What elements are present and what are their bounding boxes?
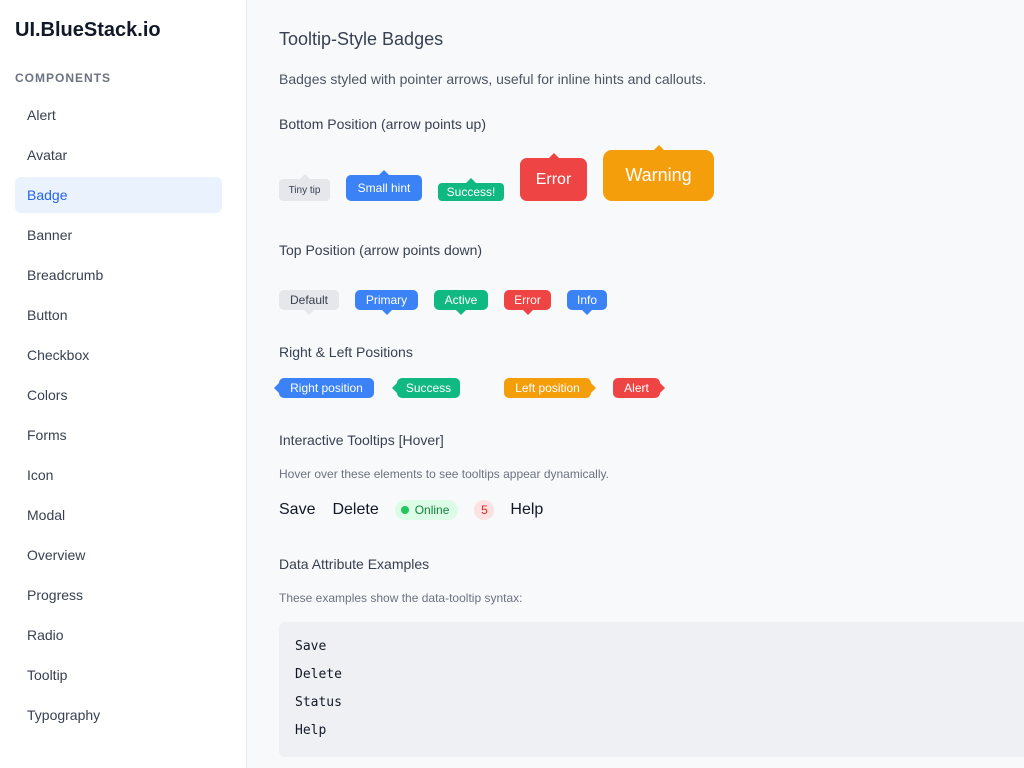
bottom-position-title: Bottom Position (arrow points up) [279, 116, 486, 132]
right-position-badge: Right position [274, 378, 374, 398]
sidebar-nav: Alert Avatar Badge Banner Breadcrumb But… [15, 97, 222, 737]
sidebar-item-progress[interactable]: Progress [15, 577, 222, 613]
top-position-title: Top Position (arrow points down) [279, 242, 483, 258]
page-description: Badges styled with pointer arrows, usefu… [279, 71, 707, 87]
sidebar-item-avatar[interactable]: Avatar [15, 137, 222, 173]
sidebar-item-checkbox[interactable]: Checkbox [15, 337, 222, 373]
interactive-tooltips-title: Interactive Tooltips [Hover] [279, 432, 444, 448]
success-badge: Success! [438, 178, 504, 201]
sidebar: UI.BlueStack.io COMPONENTS Alert Avatar … [0, 0, 247, 768]
interactive-tooltips-note: Hover over these elements to see tooltip… [279, 467, 609, 481]
sidebar-item-forms[interactable]: Forms [15, 417, 222, 453]
info-badge: Info [567, 290, 607, 315]
warning-badge: Warning [603, 145, 714, 201]
data-attribute-note: These examples show the data-tooltip syn… [279, 591, 523, 605]
online-status-label: Online [414, 503, 450, 517]
tiny-tip-badge: Tiny tip [279, 174, 330, 201]
error-badge: Error [520, 153, 587, 201]
sidebar-item-typography[interactable]: Typography [15, 697, 222, 733]
online-dot-icon [400, 506, 409, 514]
right-left-position-title: Right & Left Positions [279, 344, 413, 360]
help-hover-target[interactable]: Help [510, 501, 543, 519]
small-hint-badge: Small hint [346, 170, 422, 201]
online-status-pill[interactable]: Online [394, 500, 459, 520]
error-top-badge: Error [504, 290, 551, 315]
sidebar-item-radio[interactable]: Radio [15, 617, 222, 653]
success-side-badge: Success [392, 378, 460, 398]
save-hover-target[interactable]: Save [279, 501, 315, 519]
brand-logo[interactable]: UI.BlueStack.io [15, 19, 161, 42]
primary-badge: Primary [355, 290, 418, 315]
sidebar-item-tooltip[interactable]: Tooltip [15, 657, 222, 693]
sidebar-item-modal[interactable]: Modal [15, 497, 222, 533]
sidebar-item-breadcrumb[interactable]: Breadcrumb [15, 257, 222, 293]
sidebar-item-alert[interactable]: Alert [15, 97, 222, 133]
code-line-status: Status [295, 695, 342, 710]
sidebar-item-overview[interactable]: Overview [15, 537, 222, 573]
left-position-badge: Left position [504, 378, 596, 398]
code-example-block: Save Delete Status Help [279, 622, 1024, 757]
sidebar-item-banner[interactable]: Banner [15, 217, 222, 253]
code-line-save: Save [295, 639, 327, 654]
default-badge: Default [279, 290, 339, 315]
page-title: Tooltip-Style Badges [279, 29, 444, 49]
notification-count-badge[interactable]: 5 [474, 500, 495, 520]
code-line-help: Help [295, 723, 327, 738]
interactive-row: Save Delete Online 5 Help [279, 499, 543, 521]
delete-hover-target[interactable]: Delete [332, 501, 378, 519]
active-badge: Active [434, 290, 488, 315]
data-attribute-examples-title: Data Attribute Examples [279, 556, 430, 572]
sidebar-item-badge[interactable]: Badge [15, 177, 222, 213]
main-content: Tooltip-Style Badges Badges styled with … [274, 0, 1024, 768]
sidebar-item-icon[interactable]: Icon [15, 457, 222, 493]
alert-badge: Alert [613, 378, 665, 398]
code-line-delete: Delete [295, 667, 342, 682]
sidebar-item-colors[interactable]: Colors [15, 377, 222, 413]
components-section-label: COMPONENTS [15, 71, 112, 85]
sidebar-item-button[interactable]: Button [15, 297, 222, 333]
